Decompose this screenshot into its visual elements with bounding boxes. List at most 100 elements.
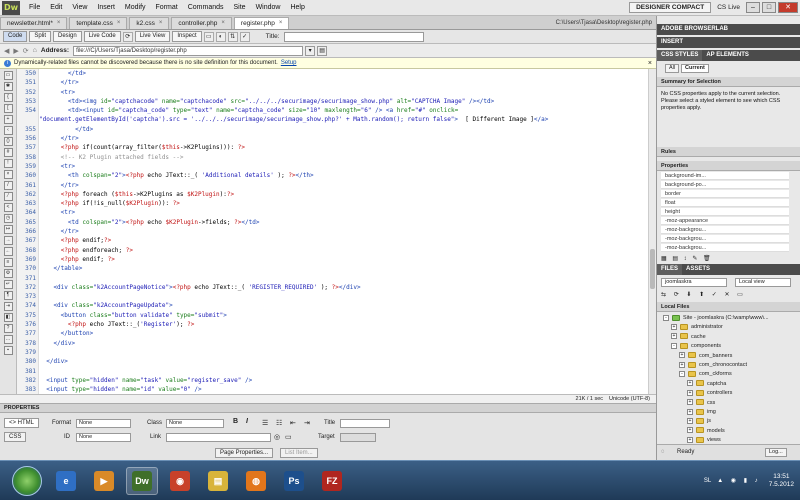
syntax-error-icon[interactable]: × — [3, 170, 13, 179]
css-property-row[interactable]: border — [661, 190, 789, 198]
code-line[interactable] — [39, 274, 648, 283]
code-line[interactable]: </button> — [39, 329, 648, 338]
hidden-characters-icon[interactable]: ¶ — [3, 291, 13, 300]
code-line[interactable]: </tr> — [39, 227, 648, 236]
live-view-button[interactable]: Live View — [134, 31, 171, 42]
taskbar-app-icon[interactable]: ◉ — [164, 467, 196, 495]
workspace-switcher[interactable]: DESIGNER COMPACT — [629, 2, 712, 13]
menu-help[interactable]: Help — [285, 0, 309, 16]
split-view-button[interactable]: Split — [29, 31, 52, 42]
format-source-icon[interactable]: ≡ — [3, 258, 13, 267]
taskbar-app-icon[interactable]: Dw — [126, 466, 158, 495]
bold-button[interactable]: B — [233, 418, 238, 425]
indent-code-icon[interactable]: → — [3, 236, 13, 245]
expand-icon[interactable]: + — [687, 417, 693, 424]
file-management-icon[interactable]: ⇅ — [227, 31, 238, 42]
syntax-coloring-icon[interactable]: ◧ — [3, 313, 13, 322]
code-line[interactable]: <td colspan="2"><?php echo $K2Plugin->fi… — [39, 218, 648, 227]
expand-icon[interactable]: + — [687, 380, 693, 387]
multiscreen-icon[interactable]: ▭ — [203, 31, 214, 42]
css-property-row[interactable]: background-po... — [661, 181, 789, 189]
address-input[interactable]: file:///C|/Users/Tjasa/Desktop/register.… — [73, 45, 304, 56]
view-select[interactable]: Local view — [735, 278, 791, 287]
code-line[interactable] — [39, 367, 648, 376]
menu-modify[interactable]: Modify — [120, 0, 151, 16]
file-tree-item[interactable]: + administrator — [657, 323, 800, 332]
list-item-button[interactable]: List Item... — [280, 448, 318, 458]
code-line[interactable]: <button class="button validate" type="su… — [39, 311, 648, 320]
browse-folder-icon[interactable]: ▭ — [285, 433, 292, 441]
home-icon[interactable]: ⌂ — [33, 47, 37, 54]
id-select[interactable]: None — [76, 433, 131, 442]
code-line[interactable] — [39, 292, 648, 301]
file-tree-item[interactable]: + com_chronocontact — [657, 361, 800, 370]
browse-icon[interactable]: ▤ — [317, 45, 328, 56]
tab-css-styles[interactable]: CSS STYLES — [657, 50, 703, 61]
code-line[interactable]: </tr> — [39, 78, 648, 87]
italic-button[interactable]: I — [246, 418, 248, 425]
inspect-button[interactable]: Inspect — [172, 31, 202, 42]
select-parent-tag-icon[interactable]: ‹ — [3, 126, 13, 135]
css-property-row[interactable]: -moz-backgrou... — [661, 235, 789, 243]
file-tree-item[interactable]: + com_banners — [657, 352, 800, 361]
code-line[interactable]: <!-- K2 Plugin attached fields --> — [39, 153, 648, 162]
expand-icon[interactable]: + — [679, 352, 685, 359]
code-line[interactable]: </tr> — [39, 134, 648, 143]
tray-icons[interactable]: ▲ ◉ ▮ ♪ — [717, 477, 760, 484]
insert-panel-header[interactable]: INSERT — [657, 37, 800, 48]
file-tree-item[interactable]: + css — [657, 399, 800, 408]
code-line[interactable]: </div> — [39, 339, 648, 348]
line-numbers-icon[interactable]: # — [3, 148, 13, 157]
tab-ap-elements[interactable]: AP ELEMENTS — [702, 50, 753, 61]
target-select[interactable] — [340, 433, 376, 442]
format-select[interactable]: None — [76, 419, 131, 428]
css-mode-button[interactable]: CSS — [4, 432, 27, 442]
code-line[interactable]: <td><img id="captchacode" name="captchac… — [39, 97, 648, 106]
outdent-icon[interactable]: ⇤ — [290, 419, 296, 427]
class-select[interactable]: None — [166, 419, 224, 428]
title-field[interactable] — [340, 419, 390, 428]
live-code-button[interactable]: Live Code — [83, 31, 121, 42]
menu-insert[interactable]: Insert — [92, 0, 120, 16]
start-button[interactable] — [12, 465, 42, 496]
highlight-invalid-code-icon[interactable]: ! — [3, 159, 13, 168]
file-tree-item[interactable]: - com_ckforms — [657, 370, 800, 379]
taskbar-app-icon[interactable]: ▶ — [88, 467, 120, 495]
close-tab-icon[interactable]: × — [117, 18, 121, 29]
code-line[interactable]: </td> — [39, 69, 648, 78]
code-view-button[interactable]: Code — [3, 31, 28, 42]
refresh-icon[interactable]: ⟳ — [122, 31, 133, 42]
menu-format[interactable]: Format — [151, 0, 183, 16]
code-line[interactable]: <input type="hidden" name="id" value="0"… — [39, 385, 648, 394]
collapse-selection-icon[interactable]: [ — [3, 104, 13, 113]
css-property-row[interactable]: -moz-appearance — [661, 217, 789, 225]
preview-icon[interactable]: ◐ — [215, 31, 226, 42]
link-input[interactable] — [166, 433, 271, 442]
close-tab-icon[interactable]: × — [159, 18, 163, 29]
unordered-list-icon[interactable]: ☰ — [262, 419, 268, 427]
check-page-icon[interactable]: ✓ — [239, 31, 250, 42]
taskbar-app-icon[interactable]: Ps — [278, 467, 310, 495]
taskbar-app-icon[interactable]: ◍ — [240, 467, 272, 495]
minimize-button[interactable]: – — [746, 2, 760, 13]
outdent-code-icon[interactable]: ← — [3, 247, 13, 256]
taskbar-app-icon[interactable]: e — [50, 467, 82, 495]
properties-subheader[interactable]: Properties — [657, 161, 800, 171]
expand-icon[interactable]: + — [687, 408, 693, 415]
code-line[interactable]: </td> — [39, 125, 648, 134]
file-tree-item[interactable]: - components — [657, 342, 800, 351]
file-tree-item[interactable]: + img — [657, 408, 800, 417]
code-line[interactable]: <?php foreach ($this->K2Plugins as $K2Pl… — [39, 190, 648, 199]
expand-icon[interactable]: + — [679, 361, 685, 368]
taskbar-app-icon[interactable]: FZ — [316, 467, 348, 495]
browserlab-panel-header[interactable]: ADOBE BROWSERLAB — [657, 24, 800, 35]
code-hints-icon[interactable]: ? — [3, 324, 13, 333]
code-line[interactable]: <td><input id="captcha_code" type="text"… — [39, 106, 648, 125]
balance-braces-icon[interactable]: () — [3, 137, 13, 146]
css-property-row[interactable]: -moz-backgrou... — [661, 244, 789, 252]
code-line[interactable]: </div> — [39, 357, 648, 366]
tab-register-php[interactable]: register.php × — [233, 17, 290, 29]
css-property-row[interactable]: float — [661, 199, 789, 207]
ordered-list-icon[interactable]: ☷ — [276, 419, 282, 427]
code-line[interactable]: <?php endforeach; ?> — [39, 246, 648, 255]
